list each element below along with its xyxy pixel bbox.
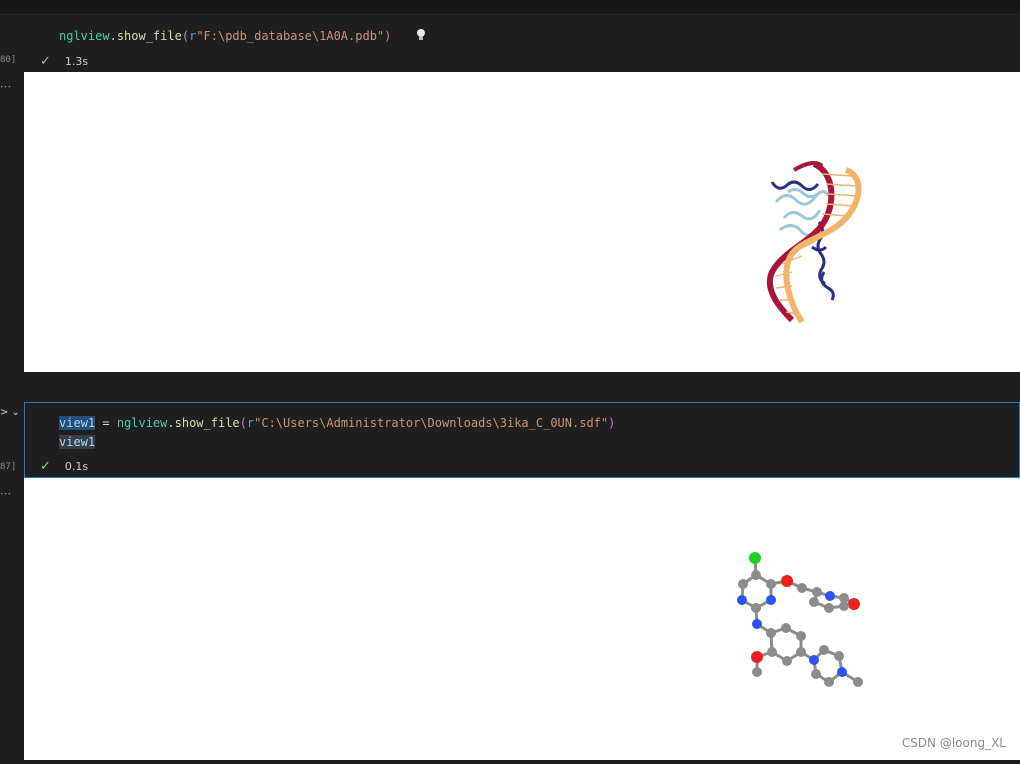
code-token: "F:\pdb_database\1A0A.pdb" [196,29,385,43]
lightbulb-icon[interactable] [416,28,426,42]
cell-1-status: ✓ 1.3s [40,55,88,68]
ligand-ball-and-stick-view[interactable] [24,478,1020,760]
cell-1-code-line[interactable]: nglview.show_file(r"F:\pdb_database\1A0A… [59,28,391,44]
code-token: ) [384,29,392,43]
cell-2-exec-count: 87] [0,462,17,472]
check-icon: ✓ [40,54,51,69]
code-token: show_file [116,29,182,43]
cell-2[interactable]: view1 = nglview.show_file(r"C:\Users\Adm… [24,402,1020,760]
code-token: ( [181,29,190,43]
cell-1-editor[interactable]: nglview.show_file(r"F:\pdb_database\1A0A… [24,15,1020,72]
code-token: . [109,29,117,43]
dna-protein-structure-view[interactable] [24,72,1020,372]
cell-1-more-icon[interactable]: ⋯ [0,80,12,93]
cell-2-output[interactable] [24,478,1020,760]
cell-1-exec-time: 1.3s [64,55,89,68]
cell-1-exec-count: 80] [0,55,17,65]
cell-2-focus-border [24,402,1020,478]
cell-2-more-icon[interactable]: ⋯ [0,487,12,500]
editor-top-bar [0,0,1020,15]
cell-1[interactable]: nglview.show_file(r"F:\pdb_database\1A0A… [24,15,1020,372]
cell-1-output[interactable] [24,72,1020,372]
watermark: CSDN @loong_XL [901,736,1006,750]
cell-2-collapse-chevron-icon[interactable]: > ⌄ [0,407,20,418]
code-token: nglview [59,29,110,43]
